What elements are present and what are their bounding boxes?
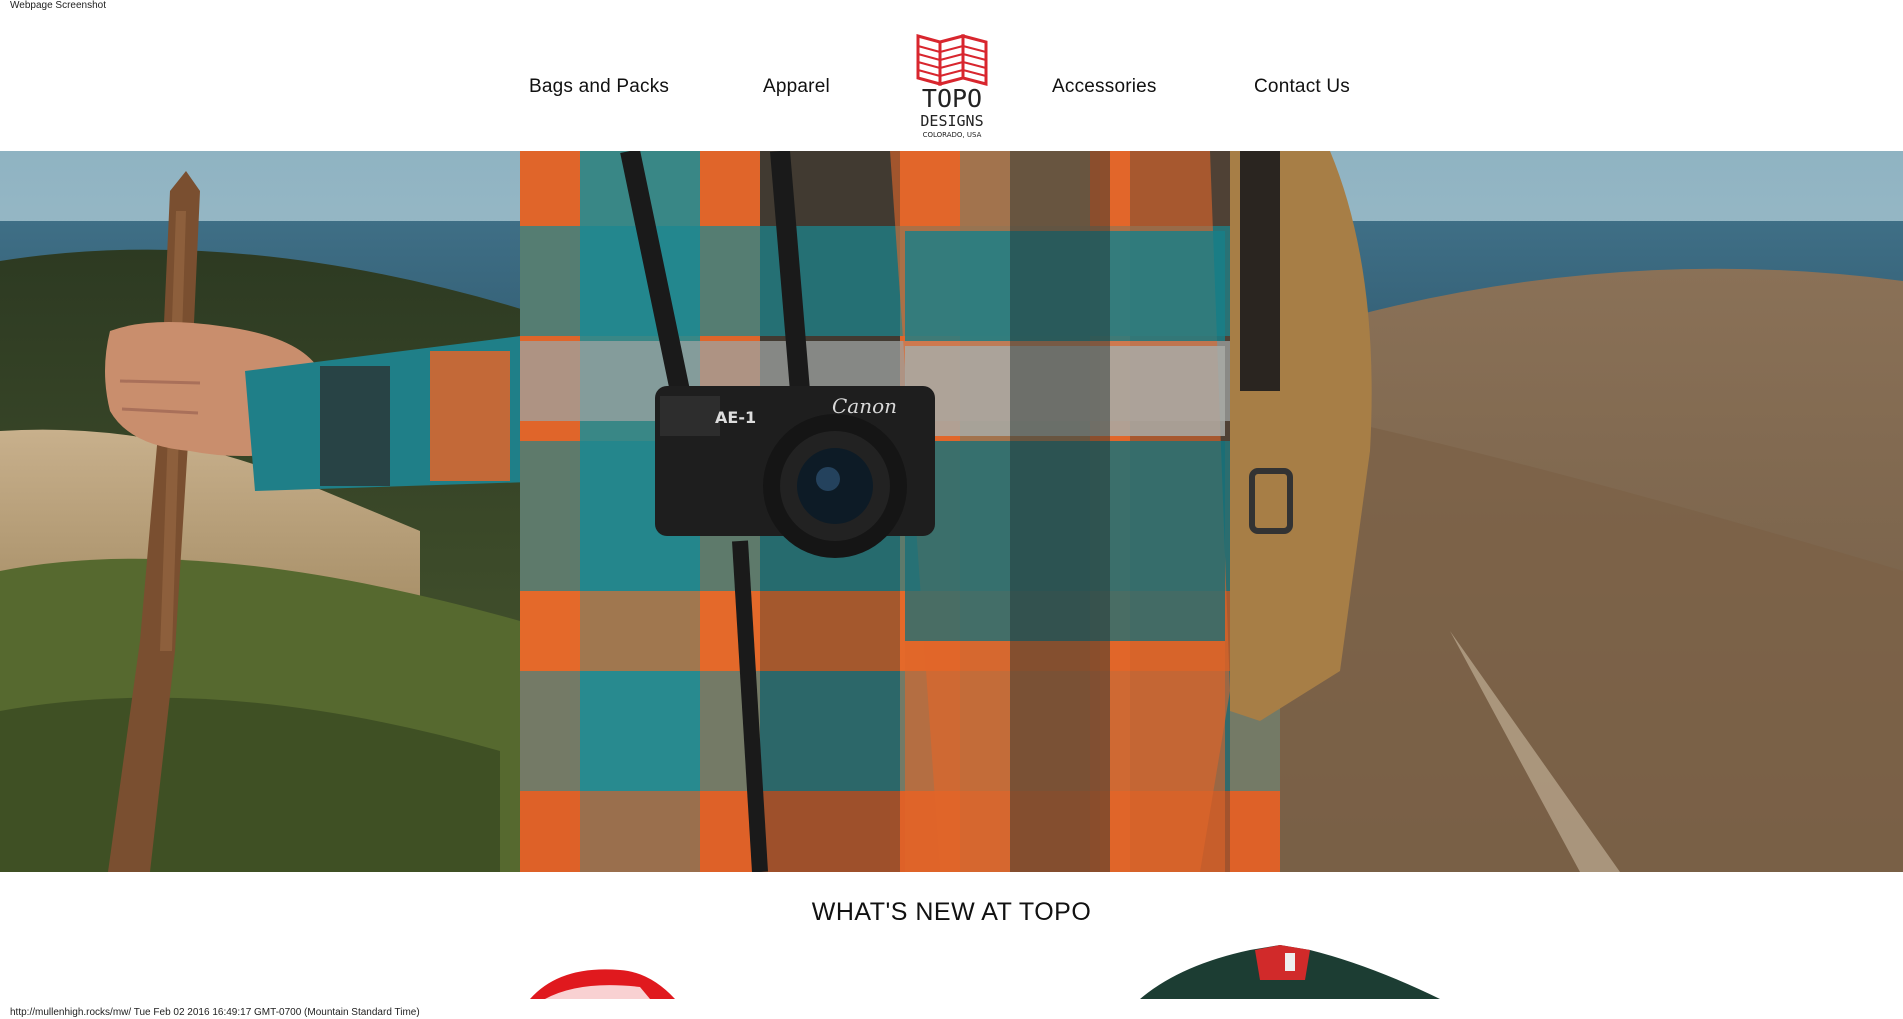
nav-link-apparel[interactable]: Apparel: [763, 76, 830, 98]
logo-location: COLORADO, USA: [922, 131, 982, 139]
nav-link-contact-us[interactable]: Contact Us: [1254, 76, 1350, 98]
nav-link-accessories[interactable]: Accessories: [1052, 76, 1157, 98]
camera-badge: AE-1: [715, 408, 756, 427]
product-red-cap[interactable]: [530, 969, 675, 999]
nav-link-bags-and-packs[interactable]: Bags and Packs: [529, 76, 669, 98]
section-title-whats-new: WHAT'S NEW AT TOPO: [811, 898, 1092, 926]
main-navigation: Bags and Packs Apparel TOPO DESIGNS COLO…: [0, 0, 1903, 150]
product-green-jacket[interactable]: [1140, 945, 1440, 999]
logo-wordmark-designs: DESIGNS: [920, 112, 984, 130]
hero-photo-hiker-with-camera: AE-1 Canon: [0, 151, 1903, 872]
logo-wordmark-topo: TOPO: [921, 84, 983, 113]
topo-designs-logo[interactable]: TOPO DESIGNS COLORADO, USA: [912, 30, 992, 145]
product-carousel: [0, 925, 1903, 999]
product-thumbnails: [530, 945, 1440, 999]
status-bar: http://mullenhigh.rocks/mw/ Tue Feb 02 2…: [10, 1007, 420, 1018]
hero-image: AE-1 Canon: [0, 151, 1903, 872]
map-logo-icon: [916, 34, 988, 86]
